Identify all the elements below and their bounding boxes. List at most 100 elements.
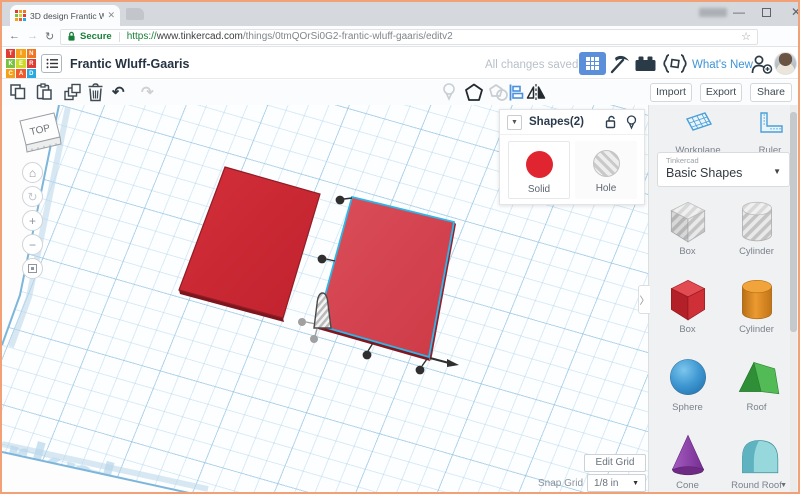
ungroup-icon[interactable] — [488, 83, 509, 102]
workplane-icon — [682, 110, 714, 138]
orbit-view-button[interactable]: ↻ — [22, 186, 43, 207]
box-hole-icon — [664, 195, 712, 245]
back-icon[interactable]: ← — [9, 30, 20, 42]
cone-icon — [664, 429, 712, 479]
refresh-icon[interactable]: ↻ — [45, 30, 54, 43]
shape-cone[interactable]: Cone — [656, 429, 719, 494]
copy-icon[interactable] — [9, 83, 27, 101]
export-button[interactable]: Export — [700, 83, 742, 102]
lego-brick-icon[interactable] — [635, 56, 656, 72]
red-plate-right-selected[interactable] — [317, 197, 456, 361]
fit-view-icon — [28, 264, 37, 273]
align-icon[interactable] — [508, 83, 524, 102]
url-host: www.tinkercad.com — [157, 31, 243, 42]
browser-tab[interactable]: 3D design Frantic Wluff- ✕ — [10, 5, 120, 26]
sidebar-collapse-handle[interactable]: 〉 — [638, 285, 650, 314]
mirror-icon[interactable] — [526, 83, 546, 102]
sidebar-scrollbar-thumb[interactable] — [790, 112, 797, 332]
shape-round-roof[interactable]: Round Roof — [725, 429, 788, 494]
design-title: Frantic Wluff-Gaaris — [70, 57, 189, 71]
scroll-down-caret[interactable]: ▼ — [780, 482, 787, 489]
solid-label: Solid — [528, 184, 550, 195]
shape-cylinder-orange[interactable]: Cylinder — [725, 273, 788, 346]
snap-grid-dropdown[interactable]: 1/8 in ▼ — [587, 474, 646, 492]
paste-icon[interactable] — [35, 83, 53, 101]
add-user-icon[interactable] — [751, 55, 773, 74]
shape-library-dropdown[interactable]: Tinkercad Basic Shapes ▼ — [657, 152, 790, 187]
tab-title: 3D design Frantic Wluff- — [30, 11, 104, 21]
url-field[interactable]: Secure https://www.tinkercad.com/things/… — [60, 29, 758, 45]
shape-library-sidebar: 〉 Workplane Ruler Tinkercad Basic Shapes… — [648, 105, 798, 492]
caret-down-icon: ▼ — [632, 480, 639, 487]
view-cube[interactable]: TOP — [12, 107, 66, 161]
tinkercad-header: TIN KER CAD Frantic Wluff-Gaaris All cha… — [2, 48, 798, 79]
new-tab-button[interactable] — [126, 8, 144, 20]
user-avatar[interactable] — [774, 52, 797, 75]
hole-label: Hole — [596, 183, 617, 194]
workplane-tool[interactable]: Workplane — [663, 110, 733, 156]
share-button[interactable]: Share — [750, 83, 792, 102]
url-path: /things/0tmQOrSi0G2-frantic-wluff-gaaris… — [243, 31, 453, 42]
red-plate-left[interactable] — [179, 167, 320, 322]
grid-icon — [586, 57, 599, 70]
shape-sphere[interactable]: Sphere — [656, 351, 719, 424]
browser-address-bar: ← → ↻ Secure https://www.tinkercad.com/t… — [2, 26, 798, 47]
box-red-icon — [664, 273, 712, 323]
window-title-blurred — [699, 8, 727, 17]
shape-box-red[interactable]: Box — [656, 273, 719, 346]
solid-option[interactable]: Solid — [508, 141, 570, 199]
codeblocks-icon[interactable] — [662, 53, 688, 74]
tinkercad-logo[interactable]: TIN KER CAD — [6, 49, 36, 78]
dashboard-grid-button[interactable] — [579, 52, 606, 75]
cylinder-orange-icon — [733, 273, 781, 323]
show-hide-icon[interactable] — [626, 115, 637, 130]
delete-icon[interactable] — [87, 83, 104, 102]
design-menu-button[interactable] — [41, 54, 62, 73]
zoom-out-button[interactable]: − — [22, 234, 43, 255]
workplane-drop-icon[interactable] — [442, 83, 456, 102]
redo-button[interactable]: ↷ — [141, 83, 154, 102]
shape-cylinder-hole[interactable]: Cylinder — [725, 195, 788, 268]
zoom-in-button[interactable]: + — [22, 210, 43, 231]
tab-close-icon[interactable]: ✕ — [107, 10, 115, 21]
library-name: Basic Shapes — [666, 166, 781, 180]
whats-new-link[interactable]: What's New — [692, 59, 753, 71]
hole-swatch — [593, 150, 620, 177]
duplicate-icon[interactable] — [63, 83, 82, 102]
shape-box-hole[interactable]: Box — [656, 195, 719, 268]
unlock-icon[interactable] — [605, 115, 617, 129]
library-brand: Tinkercad — [666, 156, 781, 165]
forward-icon[interactable]: → — [27, 30, 38, 42]
import-button[interactable]: Import — [650, 83, 692, 102]
undo-button[interactable]: ↶ — [112, 83, 125, 102]
editor-toolbar: ↶ ↷ Import Export Share — [2, 80, 798, 105]
window-maximize-button[interactable] — [762, 8, 771, 17]
window-close-button[interactable]: ✕ — [788, 5, 800, 19]
secure-label: Secure — [80, 31, 112, 42]
browser-window: 3D design Frantic Wluff- ✕ — ✕ ← → ↻ Sec… — [0, 0, 800, 494]
home-view-button[interactable]: ⌂ — [22, 162, 43, 183]
shapes-inspector-panel: ▼ Shapes(2) Solid Hole — [499, 109, 645, 205]
shapes-panel-header: ▼ Shapes(2) — [500, 110, 644, 135]
group-icon[interactable] — [464, 83, 484, 102]
omnibox-divider — [119, 32, 120, 42]
snap-grid-label: Snap Grid — [538, 478, 583, 489]
browser-tab-bar: 3D design Frantic Wluff- ✕ — ✕ — [2, 2, 798, 26]
edit-grid-button[interactable]: Edit Grid — [584, 454, 646, 472]
minecraft-pickaxe-icon[interactable] — [608, 54, 630, 74]
caret-down-icon: ▼ — [773, 167, 781, 176]
fit-view-button[interactable] — [22, 258, 43, 279]
bookmark-star-icon[interactable]: ☆ — [741, 30, 751, 43]
cylinder-hole-icon — [733, 195, 781, 245]
url-scheme: https:// — [127, 31, 157, 42]
padlock-icon — [67, 31, 76, 42]
collapse-panel-button[interactable]: ▼ — [507, 115, 522, 130]
shapes-panel-title: Shapes(2) — [529, 116, 605, 128]
hole-option[interactable]: Hole — [575, 141, 637, 199]
save-status: All changes saved — [485, 59, 578, 71]
window-minimize-button[interactable]: — — [731, 5, 747, 19]
roof-icon — [733, 351, 781, 401]
solid-swatch — [526, 151, 553, 178]
shape-roof[interactable]: Roof — [725, 351, 788, 424]
snap-grid-value: 1/8 in — [594, 478, 618, 489]
